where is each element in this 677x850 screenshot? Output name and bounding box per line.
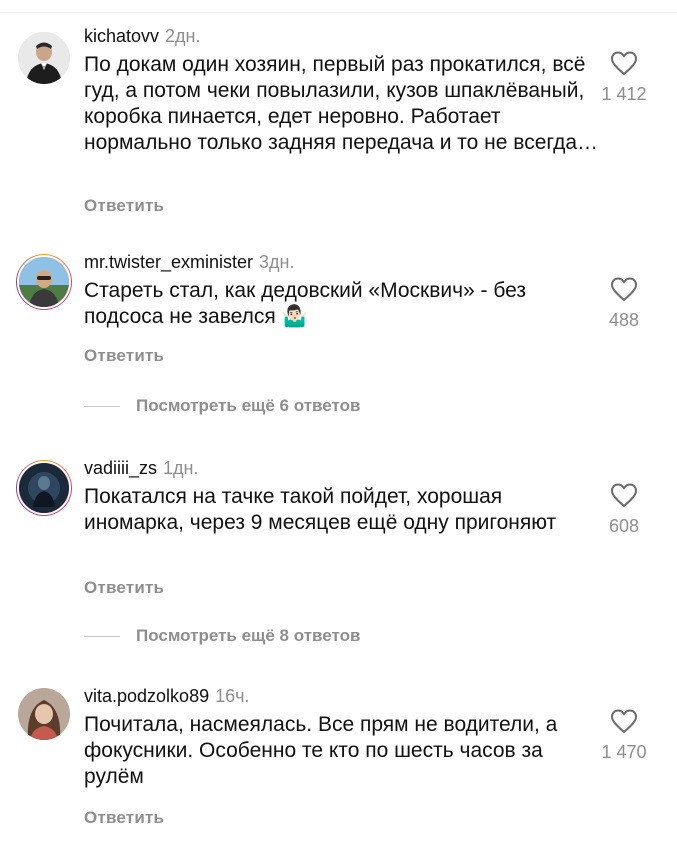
divider-line <box>84 635 120 637</box>
timestamp: 2дн. <box>165 26 201 46</box>
avatar-image <box>18 32 70 84</box>
avatar-image <box>18 688 70 740</box>
like-control[interactable]: 608 <box>589 482 659 537</box>
timestamp: 1дн. <box>163 458 199 478</box>
username[interactable]: kichatovv <box>84 26 159 46</box>
top-divider <box>0 0 677 13</box>
avatar[interactable] <box>18 32 70 84</box>
timestamp: 3дн. <box>259 252 295 272</box>
reply-button[interactable]: Ответить <box>84 196 164 216</box>
timestamp: 16ч. <box>215 686 250 706</box>
username[interactable]: vita.podzolko89 <box>84 686 209 706</box>
view-replies-button[interactable]: Посмотреть ещё 6 ответов <box>84 396 360 416</box>
comment-text: Покатался на тачке такой пойдет, хорошая… <box>84 485 557 534</box>
avatar-image <box>19 463 69 513</box>
comment-text: Почитала, насмеялась. Все прям не водите… <box>84 713 558 788</box>
divider-line <box>84 405 120 407</box>
comment-header: mr.twister_exminister 3дн. <box>84 252 295 273</box>
reply-button[interactable]: Ответить <box>84 578 164 598</box>
reply-button[interactable]: Ответить <box>84 808 164 828</box>
comment-header: kichatovv 2дн. <box>84 26 201 47</box>
like-count: 608 <box>608 516 640 536</box>
like-control[interactable]: 488 <box>589 276 659 331</box>
like-count: 1 470 <box>601 742 647 762</box>
view-replies-label: Посмотреть ещё 8 ответов <box>136 626 361 645</box>
view-replies-label: Посмотреть ещё 6 ответов <box>136 396 361 415</box>
like-control[interactable]: 1 470 <box>589 708 659 763</box>
reply-button[interactable]: Ответить <box>84 346 164 366</box>
avatar[interactable] <box>16 460 72 516</box>
comment-text: По докам один хозяин, первый раз прокати… <box>84 53 599 154</box>
username[interactable]: mr.twister_exminister <box>84 252 253 272</box>
avatar[interactable] <box>16 254 72 310</box>
like-count: 488 <box>608 310 640 330</box>
comment-header: vadiiii_zs 1дн. <box>84 458 199 479</box>
avatar-image <box>19 257 69 307</box>
heart-outline-icon[interactable] <box>610 482 638 508</box>
view-replies-button[interactable]: Посмотреть ещё 8 ответов <box>84 626 360 646</box>
avatar[interactable] <box>18 688 70 740</box>
heart-outline-icon[interactable] <box>610 50 638 76</box>
shrug-emoji: 🤷🏻‍♂️ <box>281 305 308 328</box>
comment-header: vita.podzolko89 16ч. <box>84 686 250 707</box>
like-control[interactable]: 1 412 <box>589 50 659 105</box>
comment-text: Стареть стал, как дедовский «Москвич» - … <box>84 278 599 330</box>
username[interactable]: vadiiii_zs <box>84 458 157 478</box>
heart-outline-icon[interactable] <box>610 276 638 302</box>
like-count: 1 412 <box>601 84 647 104</box>
heart-outline-icon[interactable] <box>610 708 638 734</box>
